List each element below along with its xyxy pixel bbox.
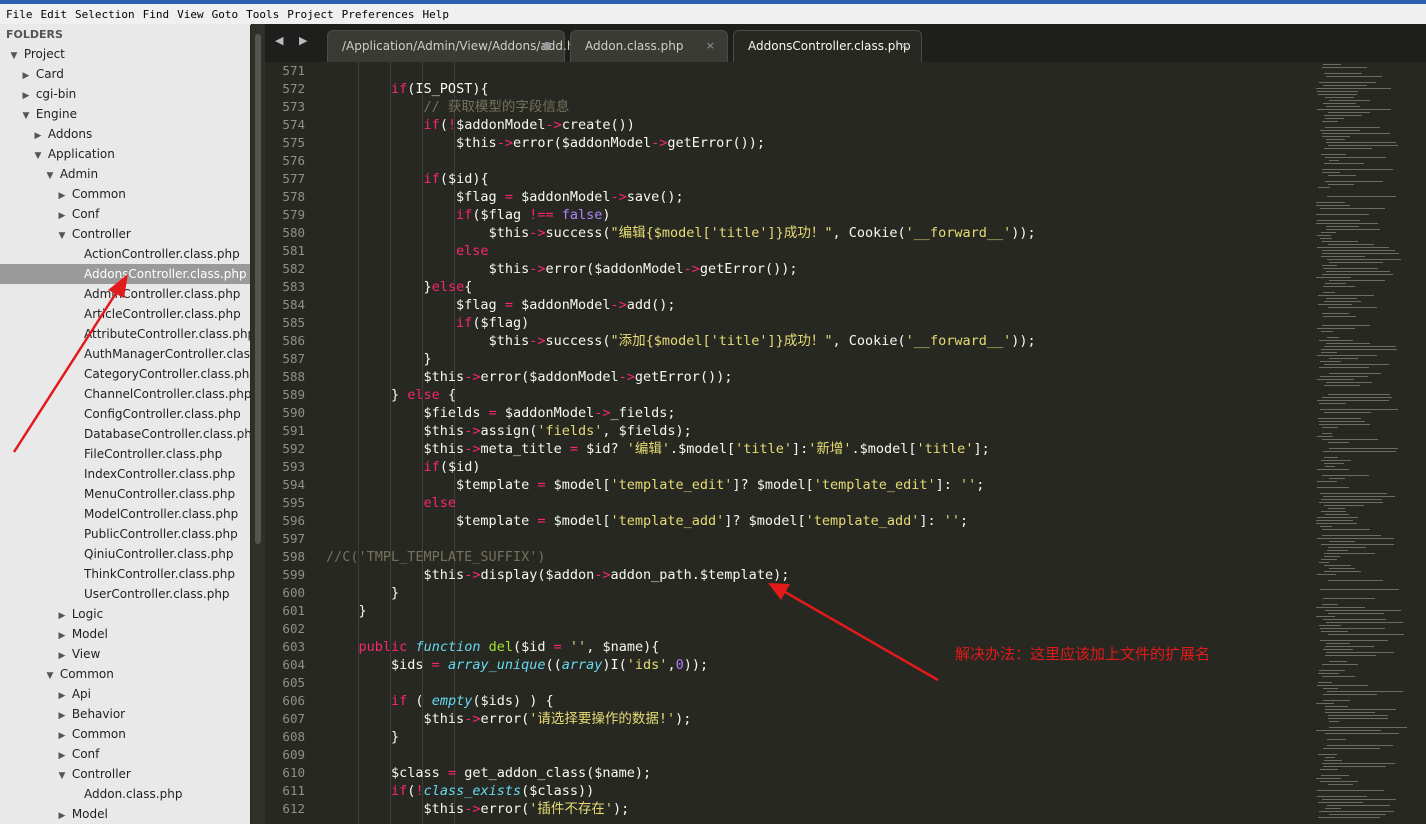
arrow-to-code-line xyxy=(784,590,939,682)
annotation-arrows xyxy=(12,274,939,682)
arrow-to-code-head xyxy=(768,583,790,600)
arrow-to-file-line xyxy=(12,289,120,453)
arrow-to-file-head xyxy=(108,274,128,298)
